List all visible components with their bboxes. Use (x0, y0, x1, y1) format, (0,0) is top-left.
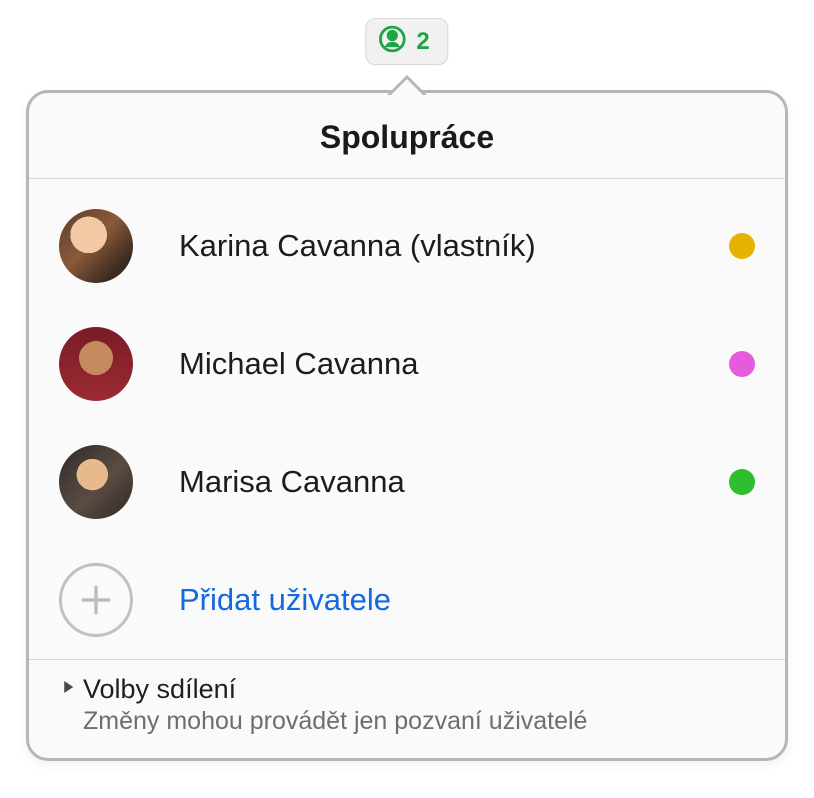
collaborator-name: Karina Cavanna (vlastník) (179, 228, 729, 264)
presence-color-dot (729, 351, 755, 377)
popover-title: Spolupráce (29, 93, 785, 178)
plus-icon (59, 563, 133, 637)
add-people-label: Přidat uživatele (179, 582, 391, 618)
avatar (59, 445, 133, 519)
avatar (59, 209, 133, 283)
collaborator-row[interactable]: Michael Cavanna (29, 305, 785, 423)
share-options-section: Volby sdílení Změny mohou provádět jen p… (29, 660, 785, 758)
collaboration-toolbar-button[interactable]: 2 (365, 18, 448, 65)
collaborator-name: Michael Cavanna (179, 346, 729, 382)
disclosure-right-icon (59, 678, 77, 701)
collaborator-row[interactable]: Karina Cavanna (vlastník) (29, 187, 785, 305)
collaborator-row[interactable]: Marisa Cavanna (29, 423, 785, 541)
presence-color-dot (729, 233, 755, 259)
collaborator-count: 2 (416, 28, 429, 56)
collaboration-popover: Spolupráce Karina Cavanna (vlastník) Mic… (26, 90, 788, 761)
add-people-button[interactable]: Přidat uživatele (29, 541, 785, 659)
share-options-subtitle: Změny mohou provádět jen pozvaní uživate… (83, 707, 755, 736)
share-options-toggle[interactable]: Volby sdílení (59, 674, 755, 705)
collaborator-list: Karina Cavanna (vlastník) Michael Cavann… (29, 179, 785, 659)
share-options-title: Volby sdílení (83, 674, 236, 705)
popover-caret (387, 75, 427, 95)
presence-color-dot (729, 469, 755, 495)
person-icon (378, 25, 406, 58)
avatar (59, 327, 133, 401)
collaborator-name: Marisa Cavanna (179, 464, 729, 500)
